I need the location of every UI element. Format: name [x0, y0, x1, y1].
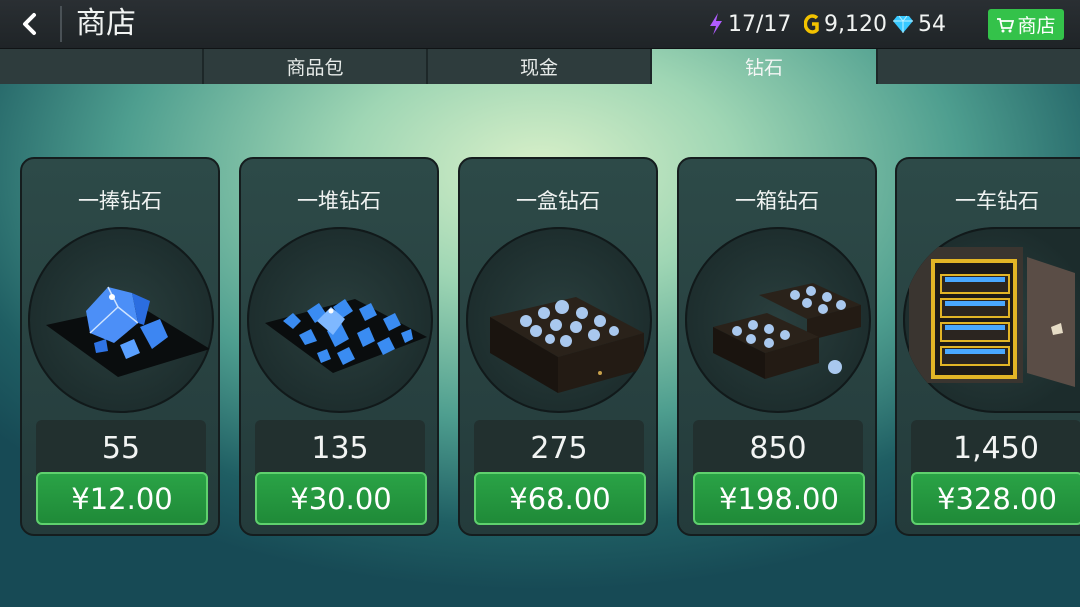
- tab-label: 钻石: [744, 57, 783, 79]
- product-card[interactable]: 一捧钻石 55 ¥12.00: [20, 157, 220, 536]
- back-button[interactable]: [12, 8, 48, 40]
- gem-counter: 54: [892, 10, 946, 38]
- product-image: [903, 227, 1080, 413]
- product-card[interactable]: 一堆钻石 135 ¥30.00: [239, 157, 439, 536]
- product-card[interactable]: 一箱钻石 850 ¥198.00: [677, 157, 877, 536]
- gem-amount: 55: [101, 431, 141, 466]
- buy-button[interactable]: ¥328.00: [911, 472, 1080, 525]
- energy-counter: 17/17: [708, 10, 791, 38]
- tab-diamonds[interactable]: 钻石: [652, 49, 878, 84]
- buy-button[interactable]: ¥68.00: [474, 472, 646, 525]
- product-title: 一箱钻石: [735, 189, 819, 213]
- tab-label: 商品包: [286, 57, 344, 79]
- gold-counter: 9,120: [804, 10, 887, 38]
- tab-bundles[interactable]: 商品包: [204, 49, 428, 84]
- chevron-left-icon: [23, 13, 36, 35]
- top-bar: 商店 17/17 9,120 54 商店: [0, 0, 1080, 49]
- buy-button[interactable]: ¥198.00: [693, 472, 865, 525]
- gold-value: 9,120: [824, 11, 887, 37]
- gem-value: 54: [918, 11, 946, 37]
- product-card[interactable]: 一车钻石 1,450 ¥328.00: [895, 157, 1080, 536]
- diamond-icon: [893, 15, 913, 33]
- tab-bar: 商品包 现金 钻石: [0, 49, 1080, 84]
- product-card[interactable]: 一盒钻石 275 ¥68.00: [458, 157, 658, 536]
- gem-amount: 850: [749, 431, 807, 466]
- gem-box-icon: [490, 297, 644, 393]
- product-image: [247, 227, 433, 413]
- buy-button[interactable]: ¥30.00: [255, 472, 427, 525]
- price-label: ¥198.00: [719, 481, 839, 516]
- shop-button-label: 商店: [1017, 15, 1056, 37]
- product-image: [466, 227, 652, 413]
- product-title: 一堆钻石: [297, 189, 381, 213]
- price-label: ¥12.00: [71, 481, 173, 516]
- shop-button[interactable]: 商店: [988, 9, 1064, 40]
- tab-cash[interactable]: 现金: [428, 49, 652, 84]
- gem-amount: 1,450: [953, 431, 1039, 466]
- price-label: ¥328.00: [937, 481, 1057, 516]
- energy-value: 17/17: [728, 11, 792, 37]
- tab-blank: [0, 49, 204, 84]
- tab-label: 现金: [519, 57, 558, 79]
- product-image: [685, 227, 871, 413]
- cart-icon: [997, 17, 1015, 32]
- gold-coin-icon: [804, 14, 819, 34]
- gem-amount: 135: [311, 431, 369, 466]
- gem-pile-icon: [265, 299, 427, 373]
- product-title: 一盒钻石: [516, 189, 600, 213]
- gem-handful-icon: [46, 286, 210, 377]
- gem-crate-icon: [713, 283, 861, 379]
- gem-amount: 275: [530, 431, 588, 466]
- gem-safe-icon: [909, 247, 1075, 387]
- tab-blank: [878, 49, 1080, 84]
- product-title: 一车钻石: [955, 189, 1039, 213]
- lightning-icon: [710, 13, 722, 35]
- price-label: ¥30.00: [290, 481, 392, 516]
- product-title: 一捧钻石: [78, 189, 162, 213]
- buy-button[interactable]: ¥12.00: [36, 472, 208, 525]
- divider: [60, 6, 62, 42]
- product-image: [28, 227, 214, 413]
- page-title: 商店: [76, 6, 136, 41]
- price-label: ¥68.00: [509, 481, 611, 516]
